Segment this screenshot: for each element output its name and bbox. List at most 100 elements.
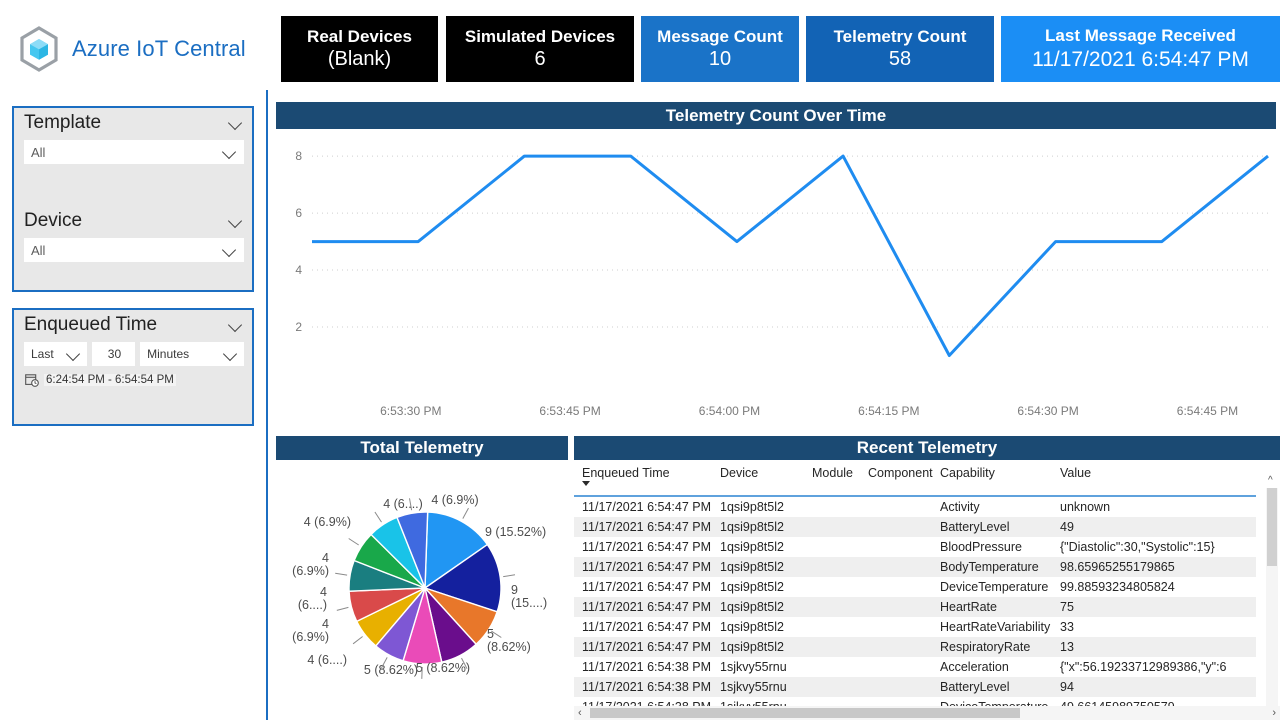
kpi-label: Simulated Devices — [464, 26, 616, 46]
table-row[interactable]: 11/17/2021 6:54:38 PM 1sjkvy55rnu BatteryL… — [574, 677, 1256, 697]
line-chart-plot[interactable]: 2 4 6 8 6:53:30 PM 6:53:45 PM 6:54:00 PM 6:54:1… — [276, 129, 1276, 432]
table-column-header-label: Enqueued Time — [582, 466, 670, 480]
table-cell — [804, 557, 860, 577]
pie-chart-plot[interactable]: 9 (15.52%) 9 (15....) 5 (8.62%) 5 (8.62%) 5 (8… — [276, 460, 568, 720]
recent-telemetry-visual: Recent Telemetry Enqueued Time Device Modu… — [574, 436, 1280, 720]
table-vertical-scrollbar[interactable]: ^ ˅ — [1266, 476, 1278, 720]
table-cell: 1qsi9p8t5l2 — [720, 620, 784, 634]
device-dropdown-value: All — [31, 242, 46, 258]
kpi-card-message-count[interactable]: Message Count 10 — [641, 16, 799, 82]
table-row[interactable]: 11/17/2021 6:54:47 PM 1qsi9p8t5l2 HeartRat… — [574, 617, 1256, 637]
table-cell — [860, 577, 932, 597]
slicer-header-template[interactable]: Template — [14, 108, 252, 138]
template-dropdown[interactable]: All — [24, 140, 244, 164]
table-cell: 11/17/2021 6:54:38 PM — [582, 660, 712, 674]
kpi-card-real-devices[interactable]: Real Devices (Blank) — [281, 16, 438, 82]
recent-telemetry-title: Recent Telemetry — [574, 436, 1280, 460]
table-cell: HeartRate — [932, 597, 1052, 617]
table-cell: 1qsi9p8t5l2 — [712, 557, 804, 577]
table-cell: 11/17/2021 6:54:47 PM — [574, 637, 712, 657]
chevron-down-icon[interactable] — [228, 118, 244, 128]
pie-slice-label: 4 (6....) — [383, 497, 423, 511]
table-cell: 94 — [1052, 677, 1256, 697]
svg-text:8: 8 — [295, 149, 302, 163]
recent-telemetry-table-container[interactable]: Enqueued Time Device Module Component Capabi… — [574, 460, 1280, 720]
table-cell: Activity — [940, 500, 980, 514]
table-row[interactable]: 11/17/2021 6:54:47 PM 1qsi9p8t5l2 BatteryL… — [574, 517, 1256, 537]
table-column-header[interactable]: Value — [1052, 460, 1256, 497]
filter-sidebar: Template All Device All Enqueued Time La… — [0, 90, 268, 720]
table-row[interactable]: 11/17/2021 6:54:38 PM 1sjkvy55rnu Accelera… — [574, 657, 1256, 677]
calendar-clock-icon — [25, 373, 39, 387]
table-cell — [804, 617, 860, 637]
relative-range-dropdown[interactable]: Last — [24, 342, 87, 366]
table-cell: 11/17/2021 6:54:47 PM — [574, 597, 712, 617]
table-cell — [860, 617, 932, 637]
table-row[interactable]: 11/17/2021 6:54:47 PM 1qsi9p8t5l2 BloodPre… — [574, 537, 1256, 557]
table-cell — [804, 657, 860, 677]
table-row[interactable]: 11/17/2021 6:54:47 PM 1qsi9p8t5l2 BodyTemp… — [574, 557, 1256, 577]
device-dropdown[interactable]: All — [24, 238, 244, 262]
pie-slice-label: 4 (6.9%) — [304, 515, 351, 529]
table-cell — [804, 597, 860, 617]
chevron-down-icon[interactable] — [228, 320, 244, 330]
table-column-header[interactable]: Enqueued Time — [574, 460, 712, 497]
table-cell: 49 — [1052, 517, 1256, 537]
svg-text:2: 2 — [295, 320, 302, 334]
table-cell: 1qsi9p8t5l2 — [720, 540, 784, 554]
kpi-card-last-message-received[interactable]: Last Message Received 11/17/2021 6:54:47… — [1001, 16, 1280, 82]
table-cell: BodyTemperature — [932, 557, 1052, 577]
slicer-header-enqueued-time[interactable]: Enqueued Time — [14, 310, 252, 340]
table-cell — [804, 637, 860, 657]
kpi-card-simulated-devices[interactable]: Simulated Devices 6 — [446, 16, 634, 82]
kpi-value: 58 — [888, 48, 912, 71]
table-row[interactable]: 11/17/2021 6:54:47 PM 1qsi9p8t5l2 HeartRat… — [574, 597, 1256, 617]
svg-text:6:54:00 PM: 6:54:00 PM — [699, 404, 760, 418]
slicer-group-template-device: Template All Device All — [12, 106, 254, 292]
table-row[interactable]: 11/17/2021 6:54:47 PM 1qsi9p8t5l2 Activity… — [574, 496, 1256, 517]
chevron-down-icon[interactable] — [228, 216, 244, 226]
table-cell: 11/17/2021 6:54:47 PM — [582, 580, 712, 594]
svg-text:6:54:45 PM: 6:54:45 PM — [1177, 404, 1238, 418]
kpi-card-telemetry-count[interactable]: Telemetry Count 58 — [806, 16, 994, 82]
pie-slice-label: 5 (8.62%) — [364, 663, 418, 677]
table-cell: 33 — [1060, 620, 1074, 634]
scroll-up-icon[interactable]: ^ — [1268, 476, 1273, 486]
table-column-header[interactable]: Device — [712, 460, 804, 497]
pie-slice-label: 9 (15.52%) — [485, 525, 546, 539]
time-range-display: 6:24:54 PM - 6:54:54 PM — [25, 373, 252, 387]
table-cell — [860, 517, 932, 537]
pie-chart-svg: 9 (15.52%) 9(15....) 5(8.62%) 5 (8.62%)5 (8… — [292, 493, 547, 679]
table-horizontal-scrollbar[interactable]: ‹ › — [574, 706, 1280, 720]
table-cell: HeartRateVariability — [940, 620, 1051, 634]
scroll-right-icon[interactable]: › — [1272, 707, 1276, 719]
pie-slice-label: (15....) — [511, 596, 547, 610]
table-cell: 11/17/2021 6:54:38 PM — [574, 677, 712, 697]
scroll-left-icon[interactable]: ‹ — [578, 707, 582, 719]
pie-slice-label: 9 — [511, 583, 518, 597]
table-column-header[interactable]: Component — [860, 460, 933, 497]
table-cell: unknown — [1060, 500, 1111, 514]
chevron-down-icon[interactable] — [222, 245, 238, 255]
table-column-header[interactable]: Capability — [932, 460, 1052, 497]
table-column-header-label: Value — [1060, 466, 1092, 480]
chevron-down-icon[interactable] — [66, 349, 82, 359]
relative-amount-input[interactable]: 30 — [91, 342, 136, 366]
sort-descending-icon[interactable] — [582, 481, 590, 486]
kpi-value: 11/17/2021 6:54:47 PM — [1032, 47, 1249, 71]
table-cell — [860, 677, 932, 697]
horizontal-scroll-thumb[interactable] — [590, 708, 1020, 718]
table-row[interactable]: 11/17/2021 6:54:47 PM 1qsi9p8t5l2 Respirat… — [574, 637, 1256, 657]
kpi-value: (Blank) — [327, 48, 392, 71]
chevron-down-icon[interactable] — [223, 349, 239, 359]
slicer-header-device[interactable]: Device — [14, 206, 252, 236]
vertical-scroll-thumb[interactable] — [1267, 488, 1277, 566]
chevron-down-icon[interactable] — [222, 147, 238, 157]
table-cell — [860, 557, 932, 577]
table-cell — [860, 597, 932, 617]
table-row[interactable]: 11/17/2021 6:54:47 PM 1qsi9p8t5l2 DeviceTe… — [574, 577, 1256, 597]
svg-text:6: 6 — [295, 206, 302, 220]
pie-slice-label: 4 — [322, 617, 329, 631]
table-column-header[interactable]: Module — [804, 460, 860, 497]
relative-unit-dropdown[interactable]: Minutes — [140, 342, 244, 366]
